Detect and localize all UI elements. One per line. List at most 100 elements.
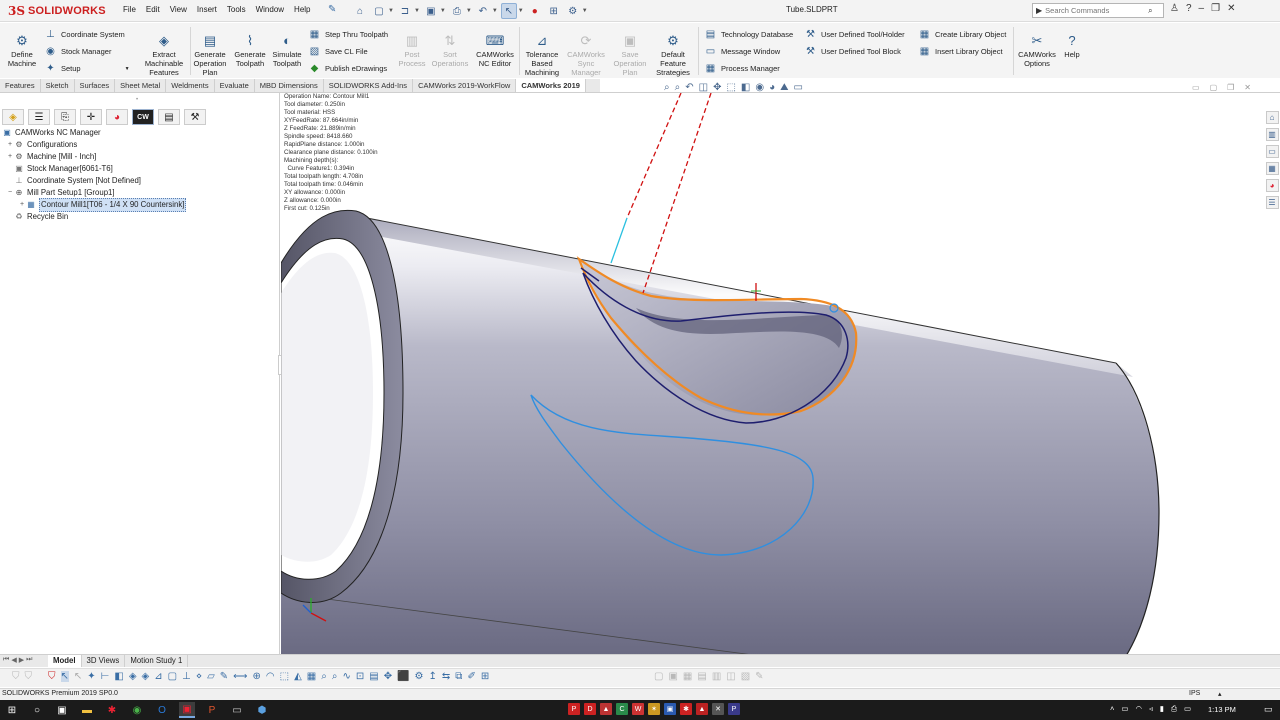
chevron-down-icon[interactable]: ▼ <box>388 8 394 14</box>
box-icon[interactable]: ⊡ <box>356 671 364 682</box>
target-icon[interactable]: ⊕ <box>253 671 261 682</box>
edit-appearance-icon[interactable]: ◕ <box>769 82 775 93</box>
cube-icon[interactable]: ⬛ <box>397 671 409 682</box>
help-button[interactable]: ? Help <box>1060 31 1084 60</box>
move-icon[interactable]: ◈ <box>129 671 137 682</box>
print-icon[interactable]: ⎙ <box>449 3 465 19</box>
tree-item-coordinate-system[interactable]: ⊥ Coordinate System [Not Defined] <box>2 175 278 187</box>
edge-icon[interactable]: ⊢ <box>101 671 110 682</box>
vertex-icon[interactable]: ✦ <box>87 671 95 682</box>
search-input[interactable] <box>1045 6 1146 15</box>
tree-item-configurations[interactable]: + ⚙ Configurations <box>2 139 278 151</box>
windows-start-icon[interactable]: ⊞ <box>4 702 20 718</box>
dimension-icon[interactable]: ⟷ <box>233 671 247 682</box>
pdf-icon[interactable]: P <box>568 703 580 715</box>
user-tool-block-button[interactable]: ⚒ User Defined Tool Block <box>804 45 901 58</box>
units-indicator[interactable]: IPS <box>1189 690 1200 697</box>
rebuild-icon[interactable]: ⊞ <box>546 3 562 19</box>
stock-manager-button[interactable]: ◉ Stock Manager <box>44 45 111 58</box>
close-icon[interactable]: ✕ <box>1244 83 1251 92</box>
app-icon[interactable]: ▲ <box>696 703 708 715</box>
tree-item-machine[interactable]: + ⚙ Machine [Mill - Inch] <box>2 151 278 163</box>
app-icon[interactable]: P <box>728 703 740 715</box>
menu-help[interactable]: Help <box>289 5 315 14</box>
new-document-icon[interactable]: ▢ <box>371 3 387 19</box>
insert-library-object-button[interactable]: ▦ Insert Library Object <box>918 45 1003 58</box>
user-icon[interactable]: ♙ <box>1170 3 1179 14</box>
message-window-button[interactable]: ▭ Message Window <box>704 45 780 58</box>
disabled-tool-icon[interactable]: ✎ <box>755 671 763 682</box>
solidworks-logo[interactable]: 3S SOLIDWORKS <box>8 3 106 19</box>
chevron-up-icon[interactable]: ˄ <box>1110 704 1114 714</box>
wifi-icon[interactable]: ◠ <box>1135 704 1142 714</box>
expand-icon[interactable]: + <box>18 199 26 211</box>
app-icon[interactable]: ▣ <box>664 703 676 715</box>
markup-icon[interactable]: ✐ <box>467 671 475 682</box>
filter-icon[interactable]: ⛉ <box>48 671 56 682</box>
restore-icon[interactable]: ❐ <box>1227 83 1234 92</box>
tree-item-stock-manager[interactable]: ▣ Stock Manager[6061-T6] <box>2 163 278 175</box>
menu-insert[interactable]: Insert <box>192 5 222 14</box>
menu-window[interactable]: Window <box>251 5 289 14</box>
select-icon[interactable]: ↖ <box>74 671 82 682</box>
app-icon[interactable]: ✕ <box>712 703 724 715</box>
dynamic-annotation-icon[interactable]: ✥ <box>713 82 721 93</box>
camworks-tool-tree-tab-icon[interactable]: ⚒ <box>184 109 206 125</box>
notifications-icon[interactable]: ▭ <box>1264 704 1273 715</box>
save-icon[interactable]: ▣ <box>423 3 439 19</box>
pan-icon[interactable]: ✥ <box>384 671 392 682</box>
expand-icon[interactable]: + <box>6 139 14 151</box>
disabled-tool-icon[interactable]: ▧ <box>741 671 750 682</box>
app-icon[interactable]: ✱ <box>104 702 120 718</box>
chevron-down-icon[interactable]: ▼ <box>466 8 472 14</box>
rotate-icon[interactable]: ◈ <box>142 671 150 682</box>
keyboard-icon[interactable]: ▭ <box>1184 704 1191 714</box>
options-gear-icon[interactable]: ⚙ <box>565 3 581 19</box>
feature-manager-tab-icon[interactable]: ◈ <box>2 109 24 125</box>
outlook-icon[interactable]: O <box>154 702 170 718</box>
appearances-icon[interactable]: ◕ <box>1265 179 1279 192</box>
arc-icon[interactable]: ◠ <box>266 671 275 682</box>
grid-icon[interactable]: ▦ <box>307 671 316 682</box>
cut-icon[interactable]: ◭ <box>294 671 302 682</box>
point-icon[interactable]: ⋄ <box>196 671 202 682</box>
chrome-icon[interactable]: ◉ <box>129 702 145 718</box>
setup-button[interactable]: ✦ Setup ▼ <box>44 62 129 75</box>
part-model[interactable] <box>281 93 1280 656</box>
tab-model[interactable]: Model <box>48 655 82 667</box>
disabled-tool-icon[interactable]: ▤ <box>697 671 706 682</box>
post-process-button[interactable]: ▥ Post Process <box>396 31 428 69</box>
tab-3d-views[interactable]: 3D Views <box>82 655 126 667</box>
tab-motion-study[interactable]: Motion Study 1 <box>125 655 189 667</box>
create-library-object-button[interactable]: ▦ Create Library Object <box>918 28 1007 41</box>
measure-icon[interactable]: ⊞ <box>481 671 489 682</box>
chevron-down-icon[interactable]: ▼ <box>414 8 420 14</box>
save-cl-file-button[interactable]: ▧ Save CL File <box>308 45 368 58</box>
user-tool-holder-button[interactable]: ⚒ User Defined Tool/Holder <box>804 28 905 41</box>
network-icon[interactable]: ▭ <box>1121 704 1128 714</box>
filter-icon[interactable]: ⛉ <box>12 671 20 682</box>
powerpoint-icon[interactable]: P <box>204 702 220 718</box>
minimize-icon[interactable]: – <box>1199 3 1205 14</box>
tile-icon[interactable]: ▢ <box>1210 83 1218 92</box>
property-manager-tab-icon[interactable]: ☰ <box>28 109 50 125</box>
tab-solidworks-addins[interactable]: SOLIDWORKS Add-Ins <box>324 79 414 92</box>
disabled-tool-icon[interactable]: ▣ <box>668 671 677 682</box>
plane-icon[interactable]: ▱ <box>207 671 215 682</box>
tab-sketch[interactable]: Sketch <box>41 79 75 92</box>
up-arrow-icon[interactable]: ↥ <box>429 671 437 682</box>
chevron-down-icon[interactable]: ▼ <box>582 8 588 14</box>
view-orientation-icon[interactable]: ⬚ <box>726 82 735 93</box>
hide-show-items-icon[interactable]: ◉ <box>755 82 764 93</box>
extract-features-button[interactable]: ◈ Extract Machinable Features <box>142 31 186 78</box>
box-icon[interactable]: ▢ <box>168 671 177 682</box>
panel-grip-icon[interactable]: • <box>136 97 138 103</box>
expand-icon[interactable]: + <box>6 151 14 163</box>
tube-body[interactable] <box>281 213 1159 656</box>
solidworks-taskbar-icon[interactable]: ▣ <box>179 702 195 718</box>
gear-icon[interactable]: ⚙ <box>415 671 424 682</box>
undo-icon[interactable]: ↶ <box>475 3 491 19</box>
disabled-tool-icon[interactable]: ◫ <box>726 671 735 682</box>
disabled-tool-icon[interactable]: ▢ <box>654 671 663 682</box>
zoom-icon[interactable]: ⌕ <box>332 671 338 682</box>
